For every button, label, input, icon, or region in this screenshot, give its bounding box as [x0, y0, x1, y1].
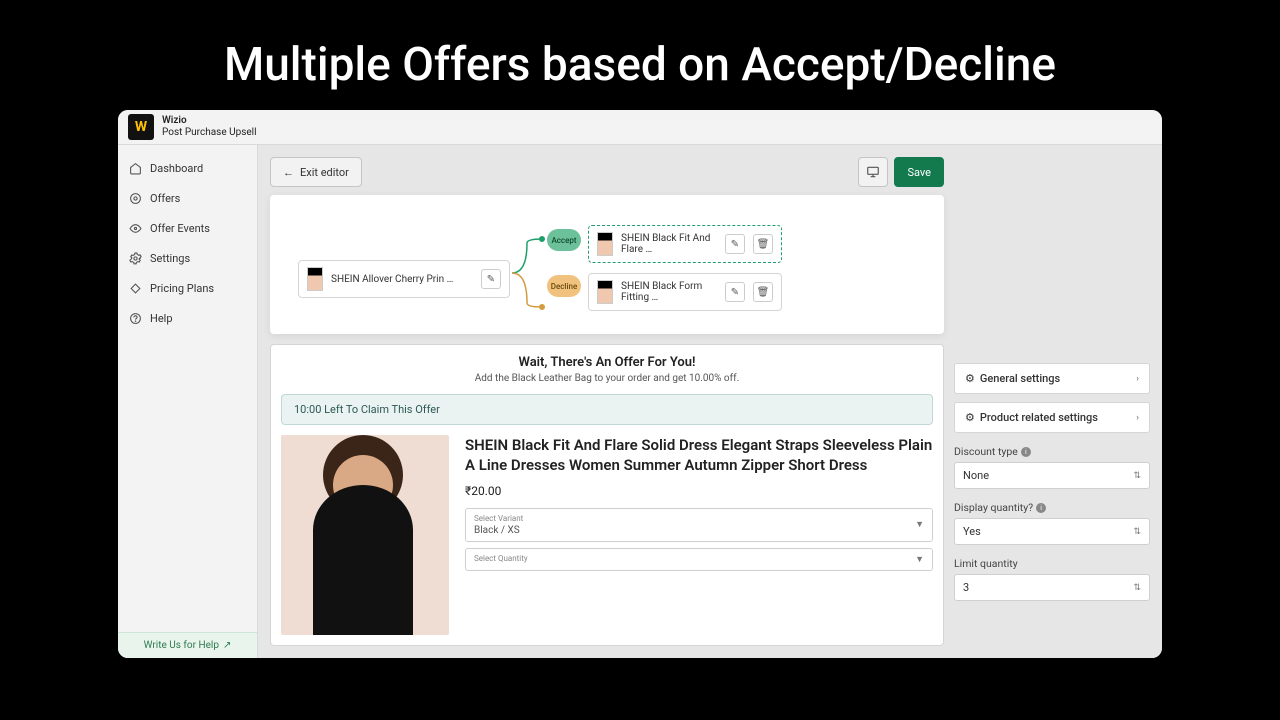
sidebar-item-pricing[interactable]: Pricing Plans [118, 273, 257, 303]
product-thumb [307, 267, 323, 291]
variant-select[interactable]: Select Variant Black / XS ▼ [465, 508, 933, 542]
desktop-preview-button[interactable] [858, 157, 888, 187]
app-header: W Wizio Post Purchase Upsell [118, 110, 1162, 145]
branch-lines [512, 233, 552, 313]
product-image [281, 435, 449, 635]
offer-subtext: Add the Black Leather Bag to your order … [281, 373, 933, 384]
trash-icon[interactable]: 🗑 [753, 282, 773, 302]
chevron-right-icon: › [1136, 374, 1139, 384]
display-qty-select[interactable]: Yes ⇅ [954, 518, 1150, 545]
chevron-down-icon: ▼ [915, 519, 924, 530]
offer-preview-panel: Wait, There's An Offer For You! Add the … [270, 344, 944, 646]
select-caret-icon: ⇅ [1133, 471, 1141, 481]
eye-icon [128, 221, 142, 235]
sidebar-item-label: Offer Events [150, 222, 210, 235]
settings-column: ⚙General settings › ⚙Product related set… [954, 157, 1150, 646]
sidebar-item-label: Pricing Plans [150, 282, 214, 295]
display-qty-label: Display quantity?i [954, 501, 1150, 514]
price-icon [128, 281, 142, 295]
sidebar-item-label: Settings [150, 252, 190, 265]
chevron-down-icon: ▼ [915, 554, 924, 565]
tag-icon [128, 191, 142, 205]
desktop-icon [866, 165, 880, 179]
variant-value: Black / XS [474, 525, 520, 536]
editor-toolbar: ← Exit editor Save [270, 157, 944, 187]
accept-offer-label: SHEIN Black Fit And Flare … [621, 233, 717, 255]
stepper-icon: ⇅ [1133, 583, 1141, 593]
initial-offer-node[interactable]: SHEIN Allover Cherry Prin … ✎ [298, 260, 510, 298]
accept-chip: Accept [547, 229, 581, 251]
product-title: SHEIN Black Fit And Flare Solid Dress El… [465, 435, 933, 476]
help-icon [128, 311, 142, 325]
hero-title: Multiple Offers based on Accept/Decline [0, 0, 1280, 110]
gear-icon: ⚙ [965, 411, 975, 424]
info-icon: i [1021, 447, 1031, 457]
gear-icon [128, 251, 142, 265]
edit-icon[interactable]: ✎ [725, 234, 745, 254]
limit-qty-label: Limit quantity [954, 557, 1150, 570]
gear-icon: ⚙ [965, 372, 975, 385]
sidebar-item-label: Offers [150, 192, 180, 205]
home-icon [128, 161, 142, 175]
limit-qty-input[interactable]: 3 ⇅ [954, 574, 1150, 601]
write-us-button[interactable]: Write Us for Help ↗ [118, 632, 257, 658]
qty-label: Select Quantity [474, 554, 528, 563]
sidebar-item-settings[interactable]: Settings [118, 243, 257, 273]
sidebar-item-offers[interactable]: Offers [118, 183, 257, 213]
product-thumb [597, 280, 613, 304]
offer-headline: Wait, There's An Offer For You! [281, 355, 933, 370]
chevron-right-icon: › [1136, 413, 1139, 423]
sidebar-item-offer-events[interactable]: Offer Events [118, 213, 257, 243]
sidebar-item-dashboard[interactable]: Dashboard [118, 153, 257, 183]
exit-editor-button[interactable]: ← Exit editor [270, 157, 362, 187]
general-settings-accordion[interactable]: ⚙General settings › [954, 363, 1150, 394]
app-header-text: Wizio Post Purchase Upsell [162, 115, 257, 139]
offer-timer: 10:00 Left To Claim This Offer [281, 394, 933, 425]
sidebar-item-label: Dashboard [150, 162, 203, 175]
main-area: ← Exit editor Save SHEIN Allover Cherry … [258, 145, 1162, 658]
sidebar-item-label: Help [150, 312, 173, 325]
save-button[interactable]: Save [894, 157, 944, 187]
select-caret-icon: ⇅ [1133, 527, 1141, 537]
arrow-left-icon: ← [283, 166, 294, 179]
decline-offer-label: SHEIN Black Form Fitting … [621, 281, 717, 303]
discount-type-label: Discount typei [954, 445, 1150, 458]
app-logo: W [128, 114, 154, 140]
product-settings-accordion[interactable]: ⚙Product related settings › [954, 402, 1150, 433]
discount-type-select[interactable]: None ⇅ [954, 462, 1150, 489]
product-price: ₹20.00 [465, 484, 933, 498]
decline-offer-node[interactable]: SHEIN Black Form Fitting … ✎ 🗑 [588, 273, 782, 311]
variant-label: Select Variant [474, 514, 523, 523]
quantity-select[interactable]: Select Quantity ▼ [465, 548, 933, 571]
sidebar-item-help[interactable]: Help [118, 303, 257, 333]
initial-offer-label: SHEIN Allover Cherry Prin … [331, 274, 473, 285]
info-icon: i [1036, 503, 1046, 513]
product-thumb [597, 232, 613, 256]
edit-icon[interactable]: ✎ [725, 282, 745, 302]
external-icon: ↗ [223, 640, 231, 651]
trash-icon[interactable]: 🗑 [753, 234, 773, 254]
flow-diagram: SHEIN Allover Cherry Prin … ✎ Accept Dec… [270, 195, 944, 334]
accept-offer-node[interactable]: SHEIN Black Fit And Flare … ✎ 🗑 [588, 225, 782, 263]
edit-icon[interactable]: ✎ [481, 269, 501, 289]
sidebar: Dashboard Offers Offer Events Settings P… [118, 145, 258, 658]
decline-chip: Decline [547, 275, 581, 297]
app-frame: W Wizio Post Purchase Upsell Dashboard O… [118, 110, 1162, 658]
